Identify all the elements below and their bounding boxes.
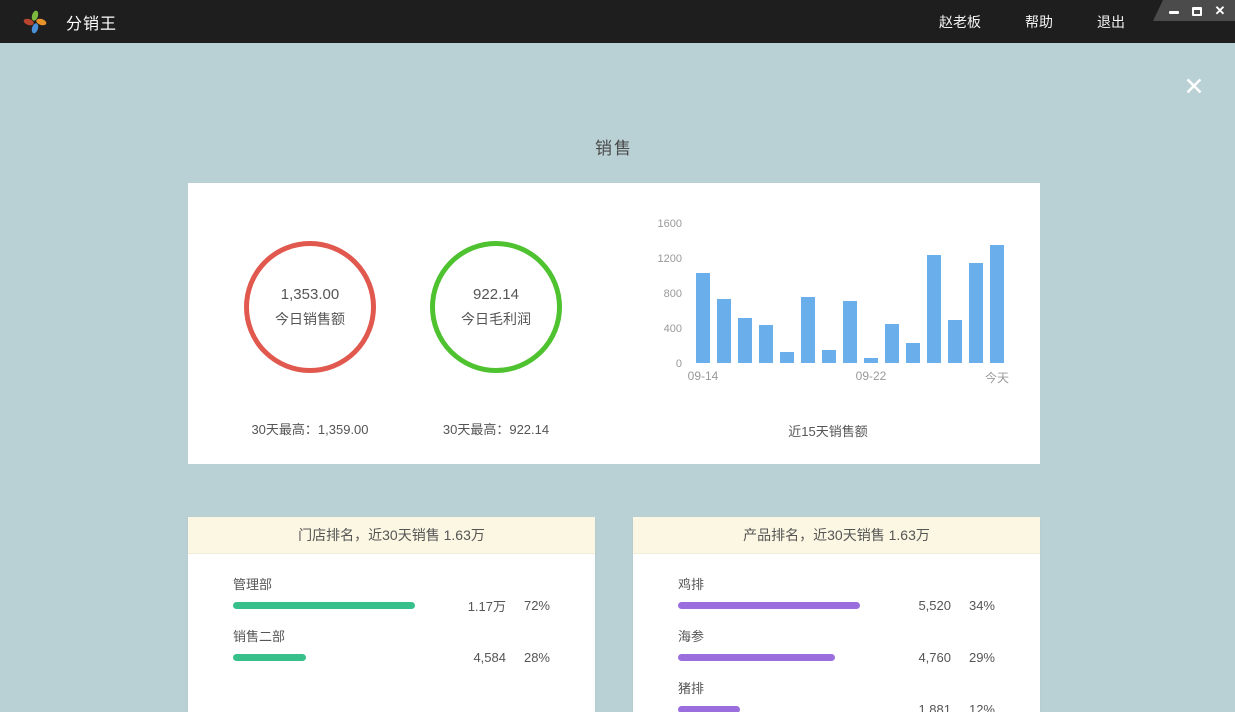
ranking-row: 海参 4,76029% [678,626,995,665]
store-ranking-header: 门店排名，近30天销售 1.63万 [188,517,595,554]
ranking-row-label: 管理部 [233,574,550,592]
minimize-icon[interactable] [1167,4,1181,18]
today-sales-ring: 1,353.00 今日销售额 [244,241,376,373]
today-profit-value: 922.14 [473,286,519,303]
ranking-bar [678,602,860,609]
ranking-bar [678,706,740,712]
bar [696,273,710,363]
bar [948,320,962,363]
ranking-value: 4,584 [436,650,506,665]
bar [822,350,836,363]
store-ranking-card: 门店排名，近30天销售 1.63万 管理部 1.17万72% 销售二部 4,58428… [188,517,595,712]
product-ranking-body: 鸡排5,52034%海参4,76029%猪排1,88112%虾皮 [633,554,1040,712]
bar [906,343,920,363]
ranking-percent: 72% [506,598,550,613]
titlebar: 分销王 赵老板 帮助 退出 ✕ [0,0,1235,43]
y-axis-tick-label: 800 [638,288,682,300]
nav-logout-button[interactable]: 退出 [1097,12,1125,32]
maximize-icon[interactable] [1190,4,1204,18]
nav-help-button[interactable]: 帮助 [1025,12,1053,32]
ranking-bar-track [678,706,881,712]
store-ranking-body: 管理部 1.17万72% 销售二部 4,58428% [188,554,595,665]
today-profit-ring: 922.14 今日毛利润 [430,241,562,373]
close-icon[interactable]: ✕ [1179,72,1209,102]
ranking-row-label: 猪排 [678,678,995,696]
nav-user-button[interactable]: 赵老板 [939,12,981,32]
ranking-row-label: 销售二部 [233,626,550,644]
ranking-row-label: 鸡排 [678,574,995,592]
bar [759,325,773,363]
ranking-percent: 12% [951,702,995,712]
ranking-row: 猪排 1,88112% [678,678,995,712]
bar [843,301,857,363]
ranking-value: 1,881 [881,702,951,712]
ranking-bar-track [233,602,436,609]
sales-bar-chart: 040080012001600 09-1409-22今天 近15天销售额 [638,183,1018,464]
bar [717,299,731,363]
ranking-row-line: 1,88112% [678,701,995,712]
bar [990,245,1004,363]
bar [780,352,794,363]
ranking-row-line: 4,58428% [233,649,550,665]
titlebar-nav: 赵老板 帮助 退出 [939,0,1125,43]
ranking-percent: 29% [951,650,995,665]
ranking-bar-track [678,602,881,609]
today-sales-value: 1,353.00 [281,286,339,303]
close-window-icon[interactable]: ✕ [1213,4,1227,18]
ranking-value: 1.17万 [436,596,506,615]
y-axis-tick-label: 1200 [638,253,682,265]
product-ranking-header: 产品排名，近30天销售 1.63万 [633,517,1040,554]
ranking-bar [233,602,415,609]
ranking-row-line: 5,52034% [678,597,995,613]
ranking-row-line: 4,76029% [678,649,995,665]
today-profit-label: 今日毛利润 [461,309,531,329]
y-axis-tick-label: 400 [638,323,682,335]
bar [927,255,941,363]
ranking-percent: 34% [951,598,995,613]
sales-bar-chart-xaxis: 09-1409-22今天 [696,369,1004,385]
ranking-bar-track [678,654,881,661]
sales-bar-chart-bars [696,223,1004,363]
x-axis-tick-label: 今天 [985,369,1009,386]
profit-30day-max: 30天最高：922.14 [396,419,596,438]
ranking-row-line: 1.17万72% [233,597,550,613]
ranking-row-label: 海参 [678,626,995,644]
ranking-percent: 28% [506,650,550,665]
ranking-row: 鸡排 5,52034% [678,574,995,613]
bar [885,324,899,363]
sales-30day-max: 30天最高：1,359.00 [210,419,410,438]
y-axis-tick-label: 1600 [638,218,682,230]
bar [864,358,878,363]
window-controls: ✕ [1153,0,1235,21]
chart-caption: 近15天销售额 [638,421,1018,440]
ranking-row: 管理部 1.17万72% [233,574,550,613]
ranking-bar [233,654,306,661]
ranking-row: 销售二部 4,58428% [233,626,550,665]
bar [969,263,983,363]
page-title: 销售 [188,134,1040,159]
x-axis-tick-label: 09-14 [688,369,719,383]
product-ranking-card: 产品排名，近30天销售 1.63万 鸡排 5,52034% 海参 4,76029% 猪排… [633,517,1040,712]
x-axis-tick-label: 09-22 [856,369,887,383]
sales-summary-card: 1,353.00 今日销售额 922.14 今日毛利润 30天最高：1,359.… [188,183,1040,464]
ranking-bar-track [233,654,436,661]
y-axis-tick-label: 0 [638,358,682,370]
bar [801,297,815,363]
ranking-bar [678,654,835,661]
ranking-value: 5,520 [881,598,951,613]
bar [738,318,752,363]
ranking-value: 4,760 [881,650,951,665]
app-title: 分销王 [66,10,117,34]
today-sales-label: 今日销售额 [275,309,345,329]
app-logo-pinwheel-icon [22,9,48,35]
sales-bar-chart-yaxis: 040080012001600 [638,223,682,363]
